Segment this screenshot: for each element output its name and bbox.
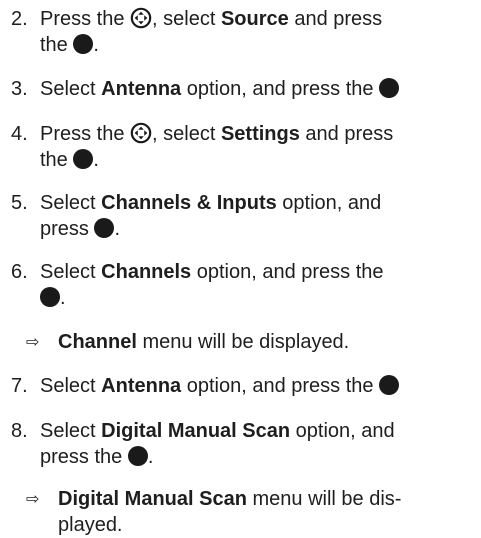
step-number: 7. (11, 375, 28, 397)
step-number: 4. (11, 123, 28, 145)
step-number: 8. (11, 420, 28, 442)
step-text: Select Channels option, and press the. (40, 261, 384, 309)
ok-button-icon (379, 78, 400, 98)
step-number: 3. (11, 78, 28, 100)
step-text: Select Channels & Inputs option, and pres… (40, 192, 382, 240)
ok-button-icon (127, 446, 148, 466)
step-number: 6. (11, 261, 28, 283)
step-text: Press the , select Settings and press the… (40, 122, 394, 171)
step-text: Press the , select Source and press the . (40, 7, 383, 56)
result-text: Channel menu will be displayed. (58, 331, 350, 353)
ok-button-icon (94, 218, 115, 238)
instruction-list: 2. Press the , select Source and press th… (0, 0, 481, 536)
directional-pad-icon (130, 7, 152, 29)
ok-button-icon (73, 149, 94, 169)
step-number: 2. (11, 8, 28, 30)
directional-pad-icon (130, 122, 152, 144)
step-number: 5. (11, 192, 28, 214)
ok-button-icon (40, 287, 60, 307)
result-text: Digital Manual Scan menu will be dis-pla… (58, 488, 402, 536)
step-text: Select Antenna option, and press the (40, 76, 476, 102)
ok-button-icon (379, 375, 400, 395)
result-arrow-icon: ⇨ (26, 332, 40, 351)
step-text: Select Digital Manual Scan option, and pr… (40, 420, 395, 468)
result-arrow-icon: ⇨ (26, 489, 40, 508)
ok-button-icon (73, 34, 94, 54)
step-text: Select Antenna option, and press the (40, 373, 476, 399)
